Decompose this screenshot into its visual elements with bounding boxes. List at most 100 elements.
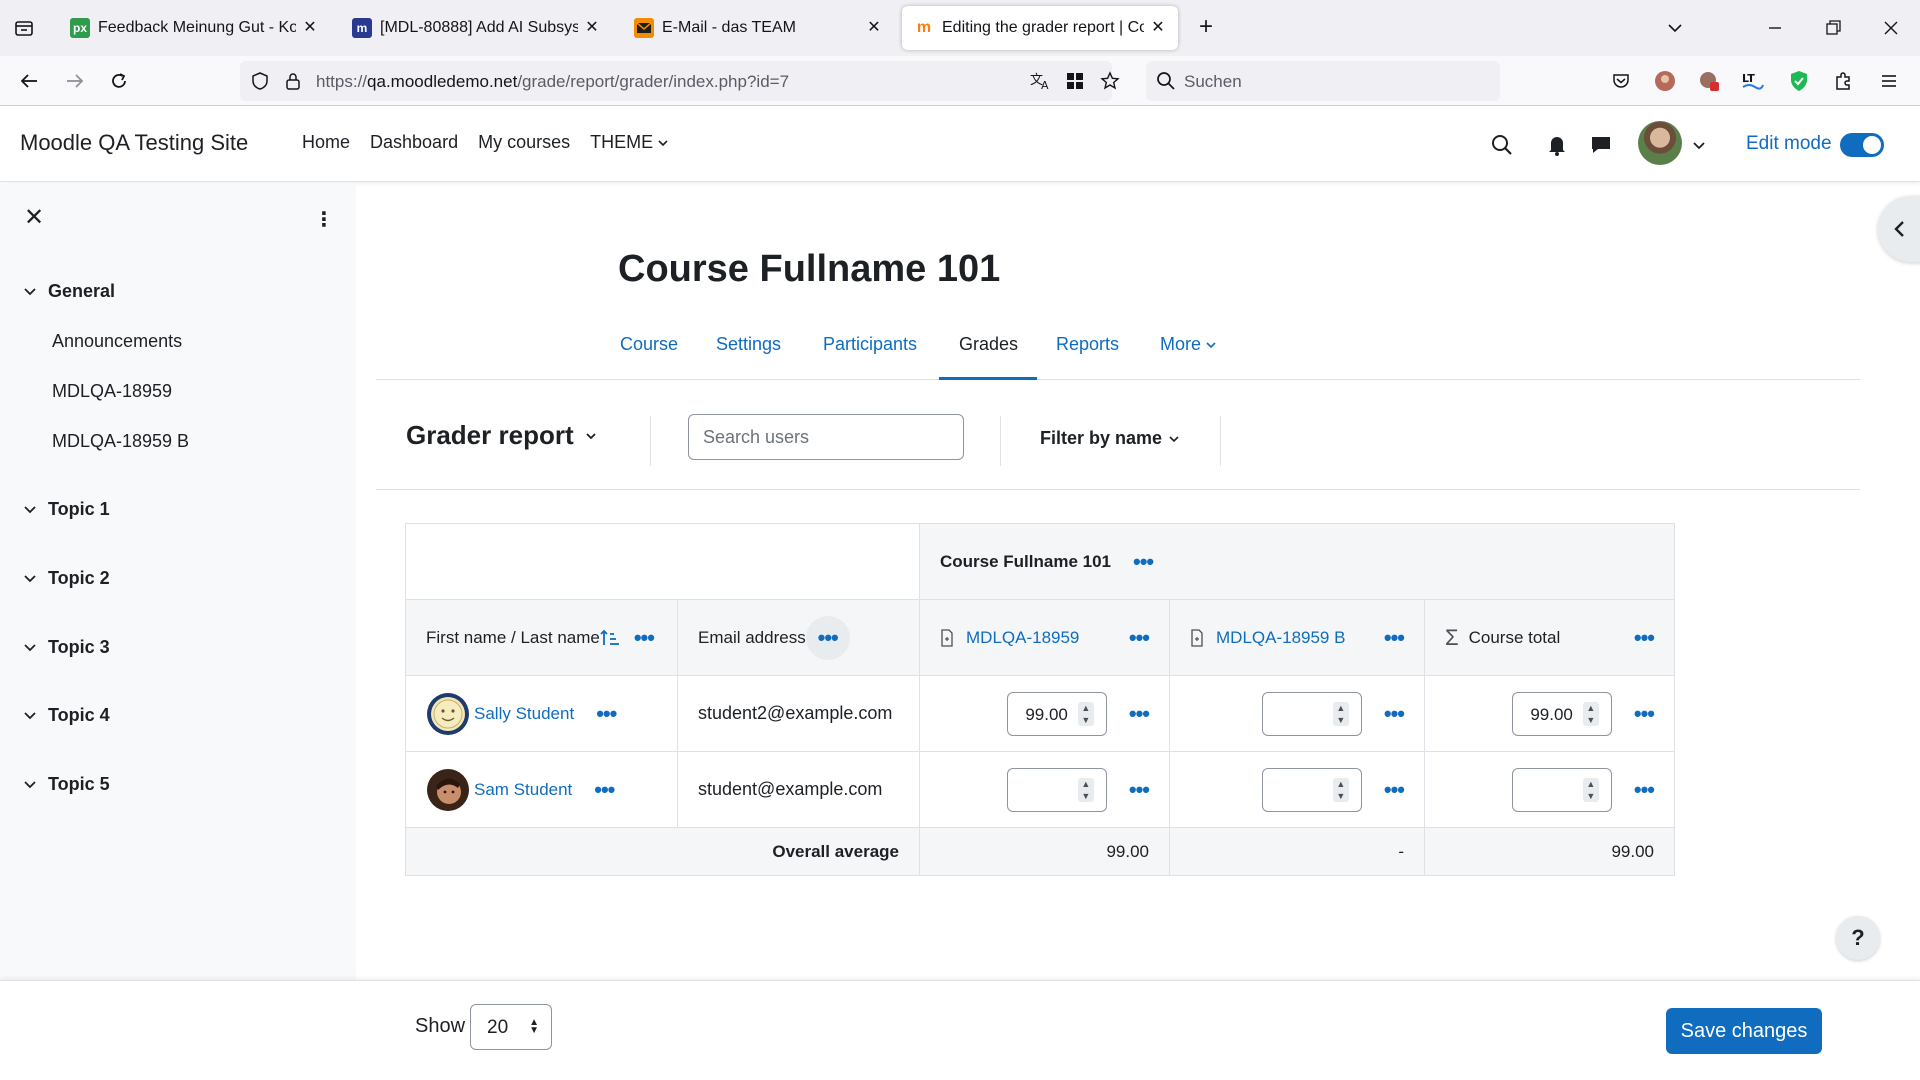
stepper-icon[interactable]: ▲ ▼ — [1077, 701, 1094, 726]
bell-icon[interactable] — [1544, 132, 1570, 158]
section-topic-3[interactable]: Topic 3 — [22, 637, 110, 658]
browser-tab-email[interactable]: E-Mail - das TEAM ✕ — [622, 6, 894, 50]
tab-list-icon[interactable] — [10, 14, 38, 42]
more-actions-icon[interactable]: ••• — [596, 702, 617, 724]
stepper-icon[interactable]: ▲ ▼ — [1582, 701, 1599, 726]
stepper-icon[interactable]: ▲ ▼ — [1332, 701, 1349, 726]
extensions-grid-icon[interactable] — [1066, 72, 1084, 95]
more-actions-icon[interactable]: ••• — [1384, 778, 1405, 800]
avatar[interactable] — [426, 692, 470, 736]
browser-tab-mdl[interactable]: m [MDL-80888] Add AI Subsystem ✕ — [340, 6, 612, 50]
close-icon[interactable]: ✕ — [1150, 20, 1166, 36]
chevron-down-icon[interactable] — [22, 708, 38, 724]
avatar[interactable] — [426, 768, 470, 812]
filter-by-name-button[interactable]: Filter by name — [1040, 428, 1180, 449]
minimize-icon[interactable] — [1760, 14, 1790, 42]
sort-ascending-icon[interactable] — [600, 629, 620, 647]
search-icon[interactable] — [1489, 132, 1515, 158]
nav-dashboard[interactable]: Dashboard — [370, 132, 458, 153]
more-actions-icon[interactable]: ••• — [1129, 702, 1150, 724]
stepper-icon[interactable]: ▲ ▼ — [1077, 777, 1094, 802]
section-general[interactable]: General — [22, 281, 115, 302]
url-text[interactable]: https://qa.moodledemo.net/grade/report/g… — [316, 72, 789, 92]
new-tab-plus-icon[interactable]: + — [1192, 14, 1220, 42]
tab-more[interactable]: More — [1160, 334, 1217, 355]
per-page-select[interactable]: 20 ▲ ▼ — [470, 1004, 552, 1050]
close-icon[interactable]: ✕ — [866, 20, 882, 36]
forward-arrow-icon[interactable] — [60, 66, 90, 96]
report-selector[interactable]: Grader report — [406, 420, 598, 451]
more-actions-icon[interactable]: ••• — [805, 615, 850, 660]
browser-tab-feedback[interactable]: px Feedback Meinung Gut - Kosten ✕ — [58, 6, 330, 50]
close-icon[interactable]: ✕ — [302, 20, 318, 36]
nav-home[interactable]: Home — [302, 132, 350, 153]
browser-tab-grader[interactable]: m Editing the grader report | Cour ✕ — [902, 6, 1178, 50]
message-bubble-icon[interactable] — [1588, 132, 1614, 158]
activity-mdlqa-18959[interactable]: MDLQA-18959 — [52, 381, 172, 402]
restore-icon[interactable] — [1818, 14, 1848, 42]
address-bar[interactable]: https://qa.moodledemo.net/grade/report/g… — [240, 61, 1120, 101]
chevron-down-icon[interactable] — [1660, 14, 1690, 42]
kebab-menu-icon[interactable]: ⋮ — [312, 207, 336, 231]
hamburger-menu-icon[interactable] — [1874, 66, 1904, 96]
search-users-input[interactable]: Search users — [688, 414, 964, 460]
translate-icon[interactable]: 文A — [1030, 71, 1052, 96]
bookmark-star-icon[interactable] — [1100, 71, 1120, 96]
more-actions-icon[interactable]: ••• — [1384, 702, 1405, 724]
chevron-down-icon[interactable] — [22, 777, 38, 793]
site-name[interactable]: Moodle QA Testing Site — [20, 130, 248, 156]
stepper-icon[interactable]: ▲ ▼ — [1582, 777, 1599, 802]
section-topic-2[interactable]: Topic 2 — [22, 568, 110, 589]
lock-icon[interactable] — [284, 71, 302, 96]
chevron-down-icon[interactable] — [22, 640, 38, 656]
grade-input[interactable]: ▲ ▼ — [1511, 767, 1612, 812]
tab-settings[interactable]: Settings — [716, 334, 781, 355]
grade-item-link[interactable]: MDLQA-18959 B — [1216, 628, 1345, 648]
window-close-icon[interactable] — [1876, 14, 1906, 42]
back-arrow-icon[interactable] — [14, 66, 44, 96]
section-topic-5[interactable]: Topic 5 — [22, 774, 110, 795]
tab-course[interactable]: Course — [620, 334, 678, 355]
more-actions-icon[interactable]: ••• — [634, 626, 655, 648]
section-topic-1[interactable]: Topic 1 — [22, 499, 110, 520]
more-actions-icon[interactable]: ••• — [1129, 778, 1150, 800]
chevron-down-icon[interactable] — [22, 284, 38, 300]
section-topic-4[interactable]: Topic 4 — [22, 705, 110, 726]
activity-mdlqa-18959-b[interactable]: MDLQA-18959 B — [52, 431, 189, 452]
chevron-down-icon[interactable] — [22, 571, 38, 587]
more-actions-icon[interactable]: ••• — [1634, 778, 1655, 800]
reload-icon[interactable] — [104, 66, 134, 96]
grade-item-link[interactable]: MDLQA-18959 — [966, 628, 1079, 648]
grade-input[interactable]: ▲ ▼ — [1261, 691, 1362, 736]
grade-input[interactable]: ▲ ▼ — [1006, 767, 1107, 812]
more-actions-icon[interactable]: ••• — [1634, 626, 1655, 648]
extension-badge-icon[interactable] — [1694, 66, 1724, 96]
shield-icon[interactable] — [250, 71, 270, 96]
puzzle-extensions-icon[interactable] — [1828, 66, 1858, 96]
more-actions-icon[interactable]: ••• — [1384, 626, 1405, 648]
pocket-icon[interactable] — [1606, 66, 1636, 96]
help-button[interactable]: ? — [1836, 916, 1880, 960]
tab-participants[interactable]: Participants — [823, 334, 917, 355]
languagetool-icon[interactable]: LT — [1738, 66, 1768, 96]
activity-announcements[interactable]: Announcements — [52, 331, 182, 352]
grade-input[interactable]: 99.00 ▲ ▼ — [1511, 691, 1612, 736]
close-icon[interactable]: ✕ — [584, 20, 600, 36]
profile-extension-icon[interactable] — [1650, 66, 1680, 96]
grade-input[interactable]: 99.00 ▲ ▼ — [1006, 691, 1107, 736]
user-name-link[interactable]: Sally Student — [474, 704, 574, 724]
tab-reports[interactable]: Reports — [1056, 334, 1119, 355]
browser-search-bar[interactable]: Suchen — [1146, 61, 1500, 101]
close-icon[interactable]: ✕ — [22, 206, 46, 231]
chevron-down-icon[interactable] — [1686, 132, 1712, 158]
edit-mode-toggle[interactable] — [1840, 133, 1884, 157]
more-actions-icon[interactable]: ••• — [1133, 550, 1154, 572]
nav-my-courses[interactable]: My courses — [478, 132, 570, 153]
header-name-label[interactable]: First name / Last name — [426, 628, 600, 648]
block-drawer-toggle[interactable] — [1878, 196, 1920, 262]
user-name-link[interactable]: Sam Student — [474, 780, 572, 800]
stepper-icon[interactable]: ▲ ▼ — [1332, 777, 1349, 802]
avatar[interactable] — [1638, 121, 1682, 165]
grade-input[interactable]: ▲ ▼ — [1261, 767, 1362, 812]
save-changes-button[interactable]: Save changes — [1666, 1008, 1822, 1054]
